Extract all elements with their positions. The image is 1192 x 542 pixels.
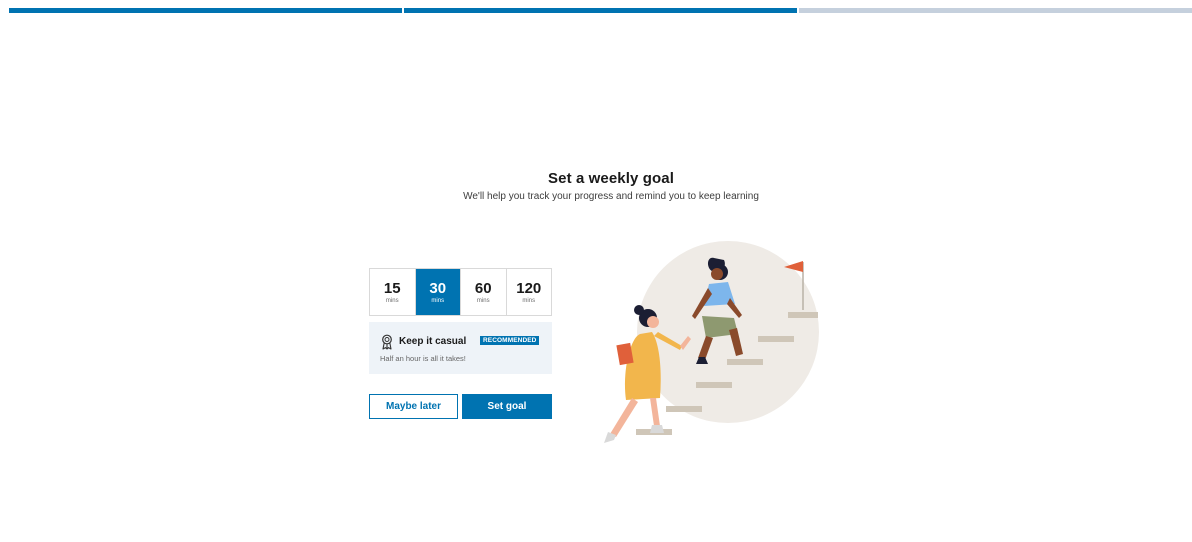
goal-option-60[interactable]: 60 mins — [461, 269, 507, 315]
plan-description-card: Keep it casual RECOMMENDED Half an hour … — [369, 322, 552, 374]
page-title: Set a weekly goal — [548, 170, 674, 187]
goal-option-120[interactable]: 120 mins — [506, 269, 551, 315]
progress-step-3 — [799, 8, 1192, 13]
goal-option-unit: mins — [385, 298, 399, 304]
goal-option-30[interactable]: 30 mins — [415, 269, 461, 315]
goal-actions: Maybe later Set goal — [369, 394, 552, 419]
goal-header: Set a weekly goal We'll help you track y… — [0, 170, 1192, 202]
goal-option-value: 120 — [516, 280, 542, 297]
plan-description: Half an hour is all it takes! — [380, 354, 466, 363]
recommended-badge: RECOMMENDED — [480, 336, 540, 345]
goal-option-unit: mins — [476, 298, 490, 304]
goal-option-value: 15 — [383, 280, 401, 297]
progress-step-1 — [9, 8, 402, 13]
progress-step-2 — [404, 8, 797, 13]
goal-option-unit: mins — [522, 298, 536, 304]
goal-option-value: 60 — [474, 280, 492, 297]
goal-options-group: 15 mins 30 mins 60 mins 120 mins — [369, 268, 552, 316]
goal-option-15[interactable]: 15 mins — [370, 269, 416, 315]
set-goal-button[interactable]: Set goal — [462, 394, 552, 419]
climbing-stairs-illustration — [604, 241, 819, 443]
plan-name: Keep it casual — [399, 336, 467, 347]
goal-panel: 15 mins 30 mins 60 mins 120 mins Keep it… — [369, 268, 552, 374]
weekly-goal-screen: Set a weekly goal We'll help you track y… — [0, 0, 1192, 542]
goal-option-unit: mins — [431, 298, 445, 304]
page-subtitle: We'll help you track your progress and r… — [463, 191, 759, 202]
ribbon-award-icon — [382, 334, 392, 350]
maybe-later-button[interactable]: Maybe later — [369, 394, 458, 419]
goal-option-value: 30 — [429, 280, 447, 297]
step-progress-bar — [9, 8, 1192, 13]
